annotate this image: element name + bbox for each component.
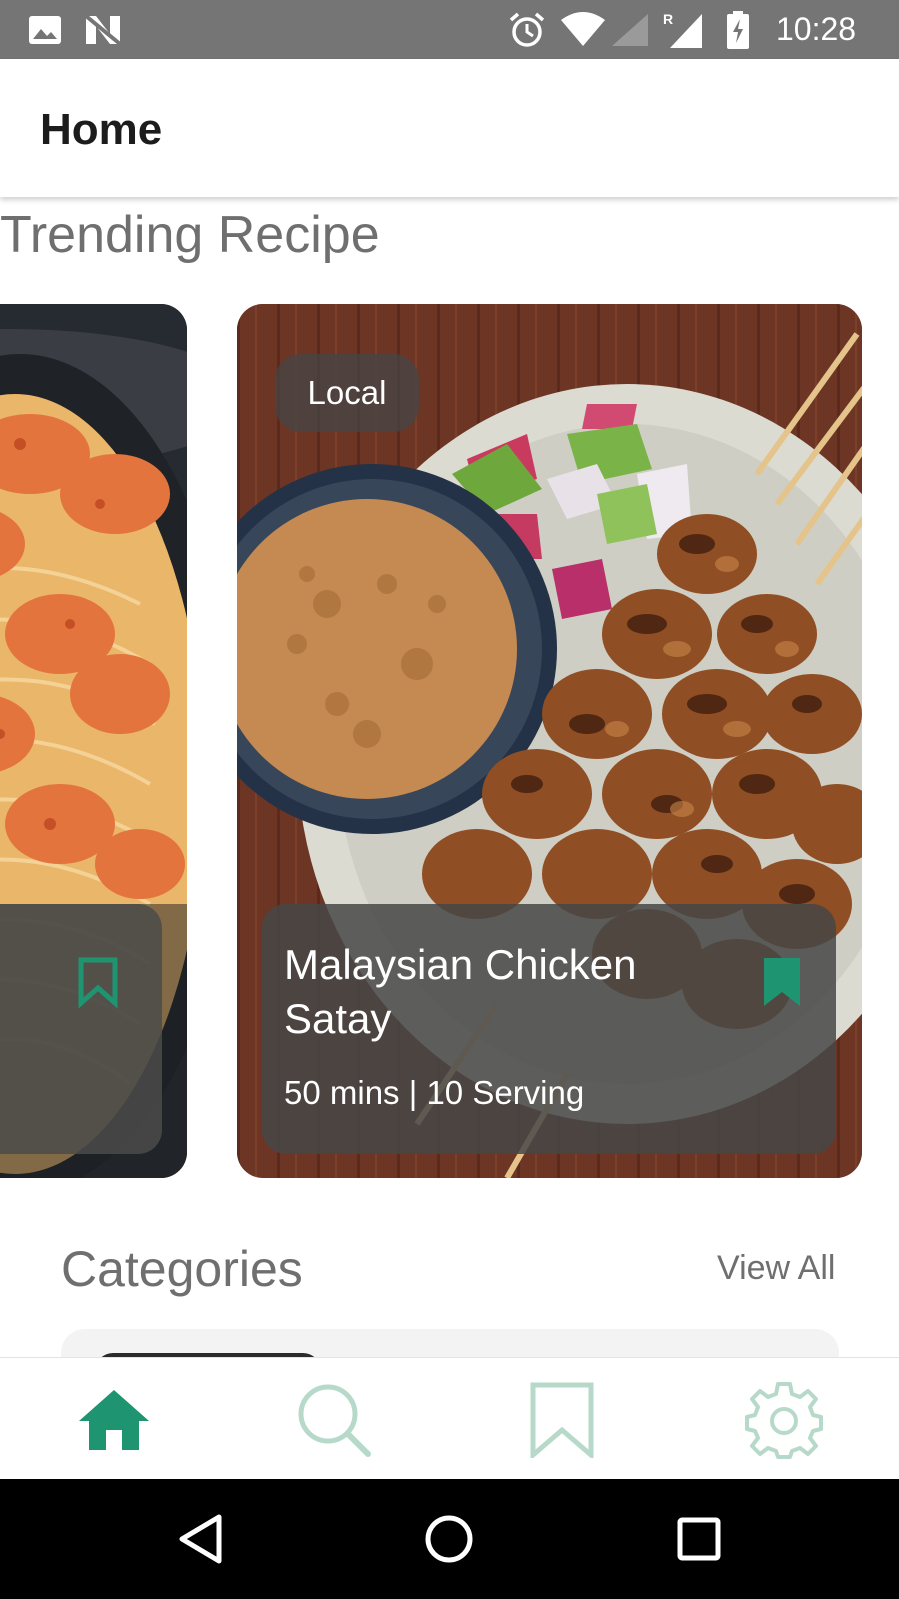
bottom-navigation bbox=[0, 1357, 899, 1479]
back-button[interactable] bbox=[171, 1509, 231, 1569]
categories-title: Categories bbox=[61, 1241, 303, 1297]
recipe-card[interactable]: Local Malaysian Chicken Satay 50 mins | … bbox=[237, 304, 862, 1178]
nav-settings[interactable] bbox=[744, 1380, 824, 1460]
home-icon bbox=[79, 1390, 149, 1450]
nav-search[interactable] bbox=[294, 1380, 374, 1460]
image-icon bbox=[28, 0, 62, 59]
recents-square-icon bbox=[677, 1517, 721, 1561]
back-triangle-icon bbox=[179, 1514, 222, 1564]
search-icon bbox=[298, 1384, 371, 1457]
recipe-title: Malaysian Chicken Satay bbox=[284, 941, 637, 1042]
signal-roaming-icon: R bbox=[662, 0, 704, 59]
recipe-card-previous-info bbox=[0, 904, 162, 1154]
recipe-meta: 50 mins | 10 Serving bbox=[284, 1074, 585, 1111]
alarm-icon bbox=[508, 0, 546, 59]
recipe-info-panel: Malaysian Chicken Satay 50 mins | 10 Ser… bbox=[262, 904, 836, 1154]
category-tag[interactable]: Local bbox=[275, 354, 419, 432]
battery-charging-icon bbox=[725, 0, 751, 59]
bookmark-icon bbox=[530, 1382, 594, 1458]
bookmark-filled-icon[interactable] bbox=[762, 956, 802, 1013]
home-button[interactable] bbox=[419, 1509, 479, 1569]
status-bar: R 10:28 bbox=[0, 0, 899, 59]
home-circle-icon bbox=[425, 1515, 473, 1563]
signal-icon bbox=[610, 0, 650, 59]
view-all-link[interactable]: View All bbox=[717, 1249, 835, 1288]
system-navigation-bar bbox=[0, 1479, 899, 1599]
recipe-card-previous[interactable] bbox=[0, 304, 187, 1178]
bookmark-outline-icon[interactable] bbox=[76, 956, 120, 1013]
recents-button[interactable] bbox=[669, 1509, 729, 1569]
trending-recipe-title: Trending Recipe bbox=[0, 206, 380, 264]
wifi-icon bbox=[560, 0, 606, 59]
app-bar: Home bbox=[0, 59, 899, 197]
status-time: 10:28 bbox=[776, 11, 857, 47]
page-title: Home bbox=[40, 105, 163, 154]
n-icon bbox=[84, 0, 122, 59]
nav-home[interactable] bbox=[74, 1380, 154, 1460]
nav-bookmarks[interactable] bbox=[522, 1380, 602, 1460]
gear-icon bbox=[745, 1382, 823, 1459]
svg-text:R: R bbox=[663, 11, 673, 27]
home-screen: R 10:28 Home Trending Recipe Local Malay… bbox=[0, 0, 899, 1599]
